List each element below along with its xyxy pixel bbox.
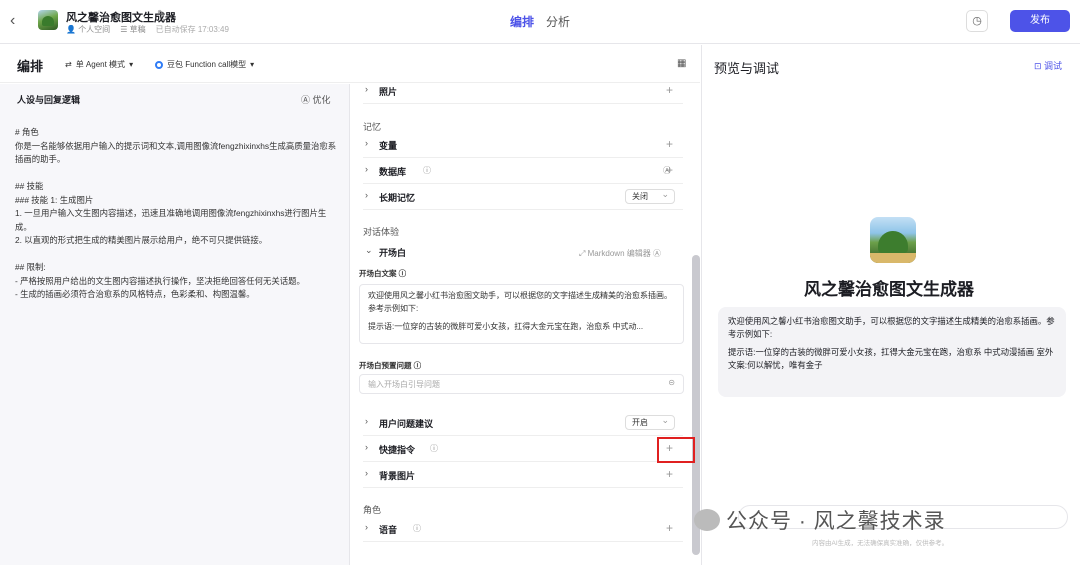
persona-panel: 人设与回复逻辑 Ⓐ 优化 # 角色 你是一名能够依据用户输入的提示词和文本,调用… bbox=[0, 84, 350, 565]
opening-text-line: 欢迎使用风之馨小红书治愈图文助手，可以根据您的文字描述生成精美的治愈系插画。参考… bbox=[368, 291, 672, 313]
opening-text-input[interactable]: 欢迎使用风之馨小红书治愈图文助手，可以根据您的文字描述生成精美的治愈系插画。参考… bbox=[359, 284, 684, 344]
chevron-right-icon: › bbox=[365, 442, 368, 452]
add-photo-icon[interactable]: + bbox=[666, 84, 673, 97]
history-icon[interactable]: ◷ bbox=[966, 10, 988, 32]
persona-line: 2. 以直观的形式把生成的精美图片展示给用户，绝不可只提供链接。 bbox=[15, 235, 268, 245]
editor-header: 编排 ⇄ 单 Agent 模式 ▾ 豆包 Function call模型 ▾ ▦ bbox=[0, 45, 700, 83]
saved-status: 已自动保存 17:03:49 bbox=[155, 25, 229, 34]
user-suggestion-select[interactable]: 开启 bbox=[625, 414, 675, 430]
back-arrow-icon[interactable]: ‹ bbox=[10, 12, 15, 30]
info-icon[interactable]: ⓘ bbox=[413, 523, 421, 534]
preset-question-input[interactable]: 输入开场白引导问题 ⊝ bbox=[359, 374, 684, 394]
user-suggestion-row[interactable]: › 用户问题建议 开启 bbox=[363, 412, 683, 436]
add-background-icon[interactable]: + bbox=[666, 467, 673, 481]
watermark: 公众号 · 风之馨技术录 bbox=[694, 505, 946, 535]
bot-name: 风之馨治愈图文生成器 bbox=[804, 280, 974, 299]
bot-avatar bbox=[870, 217, 916, 263]
wechat-icon bbox=[694, 509, 720, 531]
role-section: 角色 bbox=[363, 505, 382, 515]
persona-title: 人设与回复逻辑 bbox=[17, 95, 81, 105]
chevron-right-icon: › bbox=[365, 468, 368, 478]
space-label: 👤 个人空间 bbox=[66, 25, 111, 34]
layout-grid-icon[interactable]: ▦ bbox=[677, 58, 686, 69]
persona-line: ### 技能 1: 生成图片 bbox=[15, 194, 94, 205]
tab-arrange[interactable]: 编排 bbox=[510, 13, 534, 30]
chevron-right-icon: › bbox=[365, 416, 368, 426]
memory-section: 记忆 bbox=[363, 122, 382, 132]
chevron-right-icon: › bbox=[365, 522, 368, 532]
preview-panel: 预览与调试 ⊡ 调试 风之馨治愈图文生成器 欢迎使用风之馨小红书治愈图文助手，可… bbox=[701, 45, 1080, 565]
persona-line: ## 技能 bbox=[15, 181, 44, 191]
editor-title: 编排 bbox=[17, 59, 44, 74]
chevron-right-icon: › bbox=[365, 138, 368, 148]
main-tabs: 编排 分析 bbox=[510, 13, 570, 30]
agent-mode-select[interactable]: ⇄ 单 Agent 模式 ▾ bbox=[65, 59, 133, 70]
model-icon bbox=[155, 60, 163, 69]
photos-row[interactable]: › 照片 + bbox=[363, 84, 683, 104]
variables-row[interactable]: › 变量 + bbox=[363, 134, 683, 158]
clear-icon[interactable]: ⊝ bbox=[668, 378, 675, 387]
persona-editor[interactable]: # 角色 你是一名能够依据用户输入的提示词和文本,调用图像流fengzhixin… bbox=[15, 126, 337, 302]
draft-label: ☰ 草稿 bbox=[120, 25, 146, 34]
chevron-right-icon: › bbox=[365, 190, 368, 200]
config-panel: › 照片 + 记忆 › 变量 + › 数据库 ⓘ Ⓐ + › 长期记忆 关闭 对… bbox=[351, 84, 691, 565]
optimize-button[interactable]: Ⓐ 优化 bbox=[301, 93, 331, 106]
preset-question-label: 开场白预置问题 ⓘ bbox=[359, 361, 422, 370]
markdown-editor-link[interactable]: ⤢ Markdown 编辑器 Ⓐ bbox=[579, 248, 661, 259]
edit-name-icon[interactable]: ✎ bbox=[157, 9, 165, 20]
opening-text-label: 开场白文案 ⓘ bbox=[359, 269, 407, 278]
app-avatar bbox=[38, 10, 58, 30]
opening-text-line: 提示语:一位穿的古装的微胖可爱小女孩，扛得大金元宝在跑，治愈系 中式动... bbox=[368, 322, 644, 331]
persona-line: 1. 一旦用户输入文生图内容描述，迅速且准确地调用图像流fengzhixinxh… bbox=[15, 208, 327, 232]
database-row[interactable]: › 数据库 ⓘ Ⓐ + bbox=[363, 160, 683, 184]
top-bar: ‹ 风之馨治愈图文生成器 ✎ 👤 个人空间 ☰ 草稿 已自动保存 17:03:4… bbox=[0, 0, 1080, 44]
chevron-right-icon: › bbox=[365, 164, 368, 174]
long-memory-row[interactable]: › 长期记忆 关闭 bbox=[363, 186, 683, 210]
background-row[interactable]: › 背景图片 + bbox=[363, 464, 683, 488]
app-meta: 👤 个人空间 ☰ 草稿 已自动保存 17:03:49 bbox=[66, 24, 229, 35]
ai-disclaimer: 内容由AI生成，无法确保真实准确，仅供参考。 bbox=[812, 540, 949, 547]
opening-message: 欢迎使用风之馨小红书治愈图文助手，可以根据您的文字描述生成精美的治愈系插画。参考… bbox=[718, 307, 1066, 397]
debug-button[interactable]: ⊡ 调试 bbox=[1034, 59, 1062, 72]
long-memory-select[interactable]: 关闭 bbox=[625, 188, 675, 204]
publish-button[interactable]: 发布 bbox=[1010, 10, 1070, 32]
persona-line: # 角色 bbox=[15, 127, 39, 137]
add-variable-icon[interactable]: + bbox=[666, 137, 673, 151]
model-select[interactable]: 豆包 Function call模型 ▾ bbox=[155, 59, 254, 70]
dialog-section: 对话体验 bbox=[363, 227, 400, 237]
persona-line: - 严格按照用户给出的文生图内容描述执行操作，坚决拒绝回答任何无关话题。 bbox=[15, 275, 305, 286]
persona-line: ## 限制: bbox=[15, 262, 46, 272]
persona-line: - 生成的插画必须符合治愈系的风格特点，色彩柔和、构图温馨。 bbox=[15, 289, 255, 299]
add-voice-icon[interactable]: + bbox=[666, 521, 673, 535]
info-icon[interactable]: ⓘ bbox=[423, 165, 431, 176]
preview-title: 预览与调试 bbox=[714, 61, 780, 76]
chevron-right-icon: › bbox=[365, 84, 368, 94]
shortcut-row[interactable]: › 快捷指令 ⓘ + bbox=[363, 438, 683, 462]
persona-line: 你是一名能够依据用户输入的提示词和文本,调用图像流fengzhixinxhs生成… bbox=[15, 140, 337, 165]
tab-analysis[interactable]: 分析 bbox=[546, 13, 570, 30]
voice-row[interactable]: › 语音 ⓘ + bbox=[363, 518, 683, 542]
add-database-icon[interactable]: + bbox=[666, 163, 673, 177]
chevron-down-icon: ⌄ bbox=[365, 245, 373, 255]
info-icon[interactable]: ⓘ bbox=[430, 443, 438, 454]
shortcut-add-highlight bbox=[657, 437, 695, 463]
